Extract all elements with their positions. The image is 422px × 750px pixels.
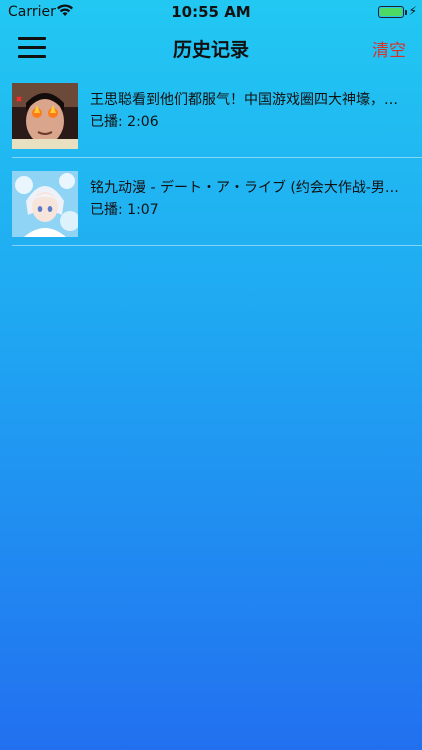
navigation-bar: 历史记录 清空 xyxy=(0,24,422,70)
played-progress: 已播: 2:06 xyxy=(90,111,159,131)
played-label: 已播: xyxy=(90,202,123,218)
page-title: 历史记录 xyxy=(172,39,249,61)
battery-icon xyxy=(378,6,404,18)
status-bar: Carrier 10:55 AM ⚡ xyxy=(0,0,422,24)
history-item[interactable]: 王思聪看到他们都服气！中国游戏圈四大神壕，为… 已播: 2:06 xyxy=(0,70,422,158)
clock-time: 10:55 AM xyxy=(171,3,251,21)
video-thumbnail xyxy=(12,171,78,237)
history-list: 王思聪看到他们都服气！中国游戏圈四大神壕，为… 已播: 2:06 铭九动漫 - … xyxy=(0,70,422,246)
played-time: 1:07 xyxy=(127,202,159,218)
battery-tip xyxy=(405,10,407,15)
video-thumbnail xyxy=(12,83,78,149)
anime-character-thumbnail-icon xyxy=(12,171,78,237)
charging-bolt-icon: ⚡ xyxy=(408,4,417,18)
person-photo-thumbnail-icon xyxy=(12,83,78,149)
played-label: 已播: xyxy=(90,114,123,130)
video-title: 铭九动漫 - デート・ア・ライブ (约会大作战-男声… xyxy=(90,180,410,196)
played-progress: 已播: 1:07 xyxy=(90,199,159,219)
video-title: 王思聪看到他们都服气！中国游戏圈四大神壕，为… xyxy=(90,92,410,108)
clear-button[interactable]: 清空 xyxy=(372,36,406,61)
history-item[interactable]: 铭九动漫 - デート・ア・ライブ (约会大作战-男声… 已播: 1:07 xyxy=(0,158,422,246)
played-time: 2:06 xyxy=(127,114,159,130)
row-divider xyxy=(12,245,422,246)
